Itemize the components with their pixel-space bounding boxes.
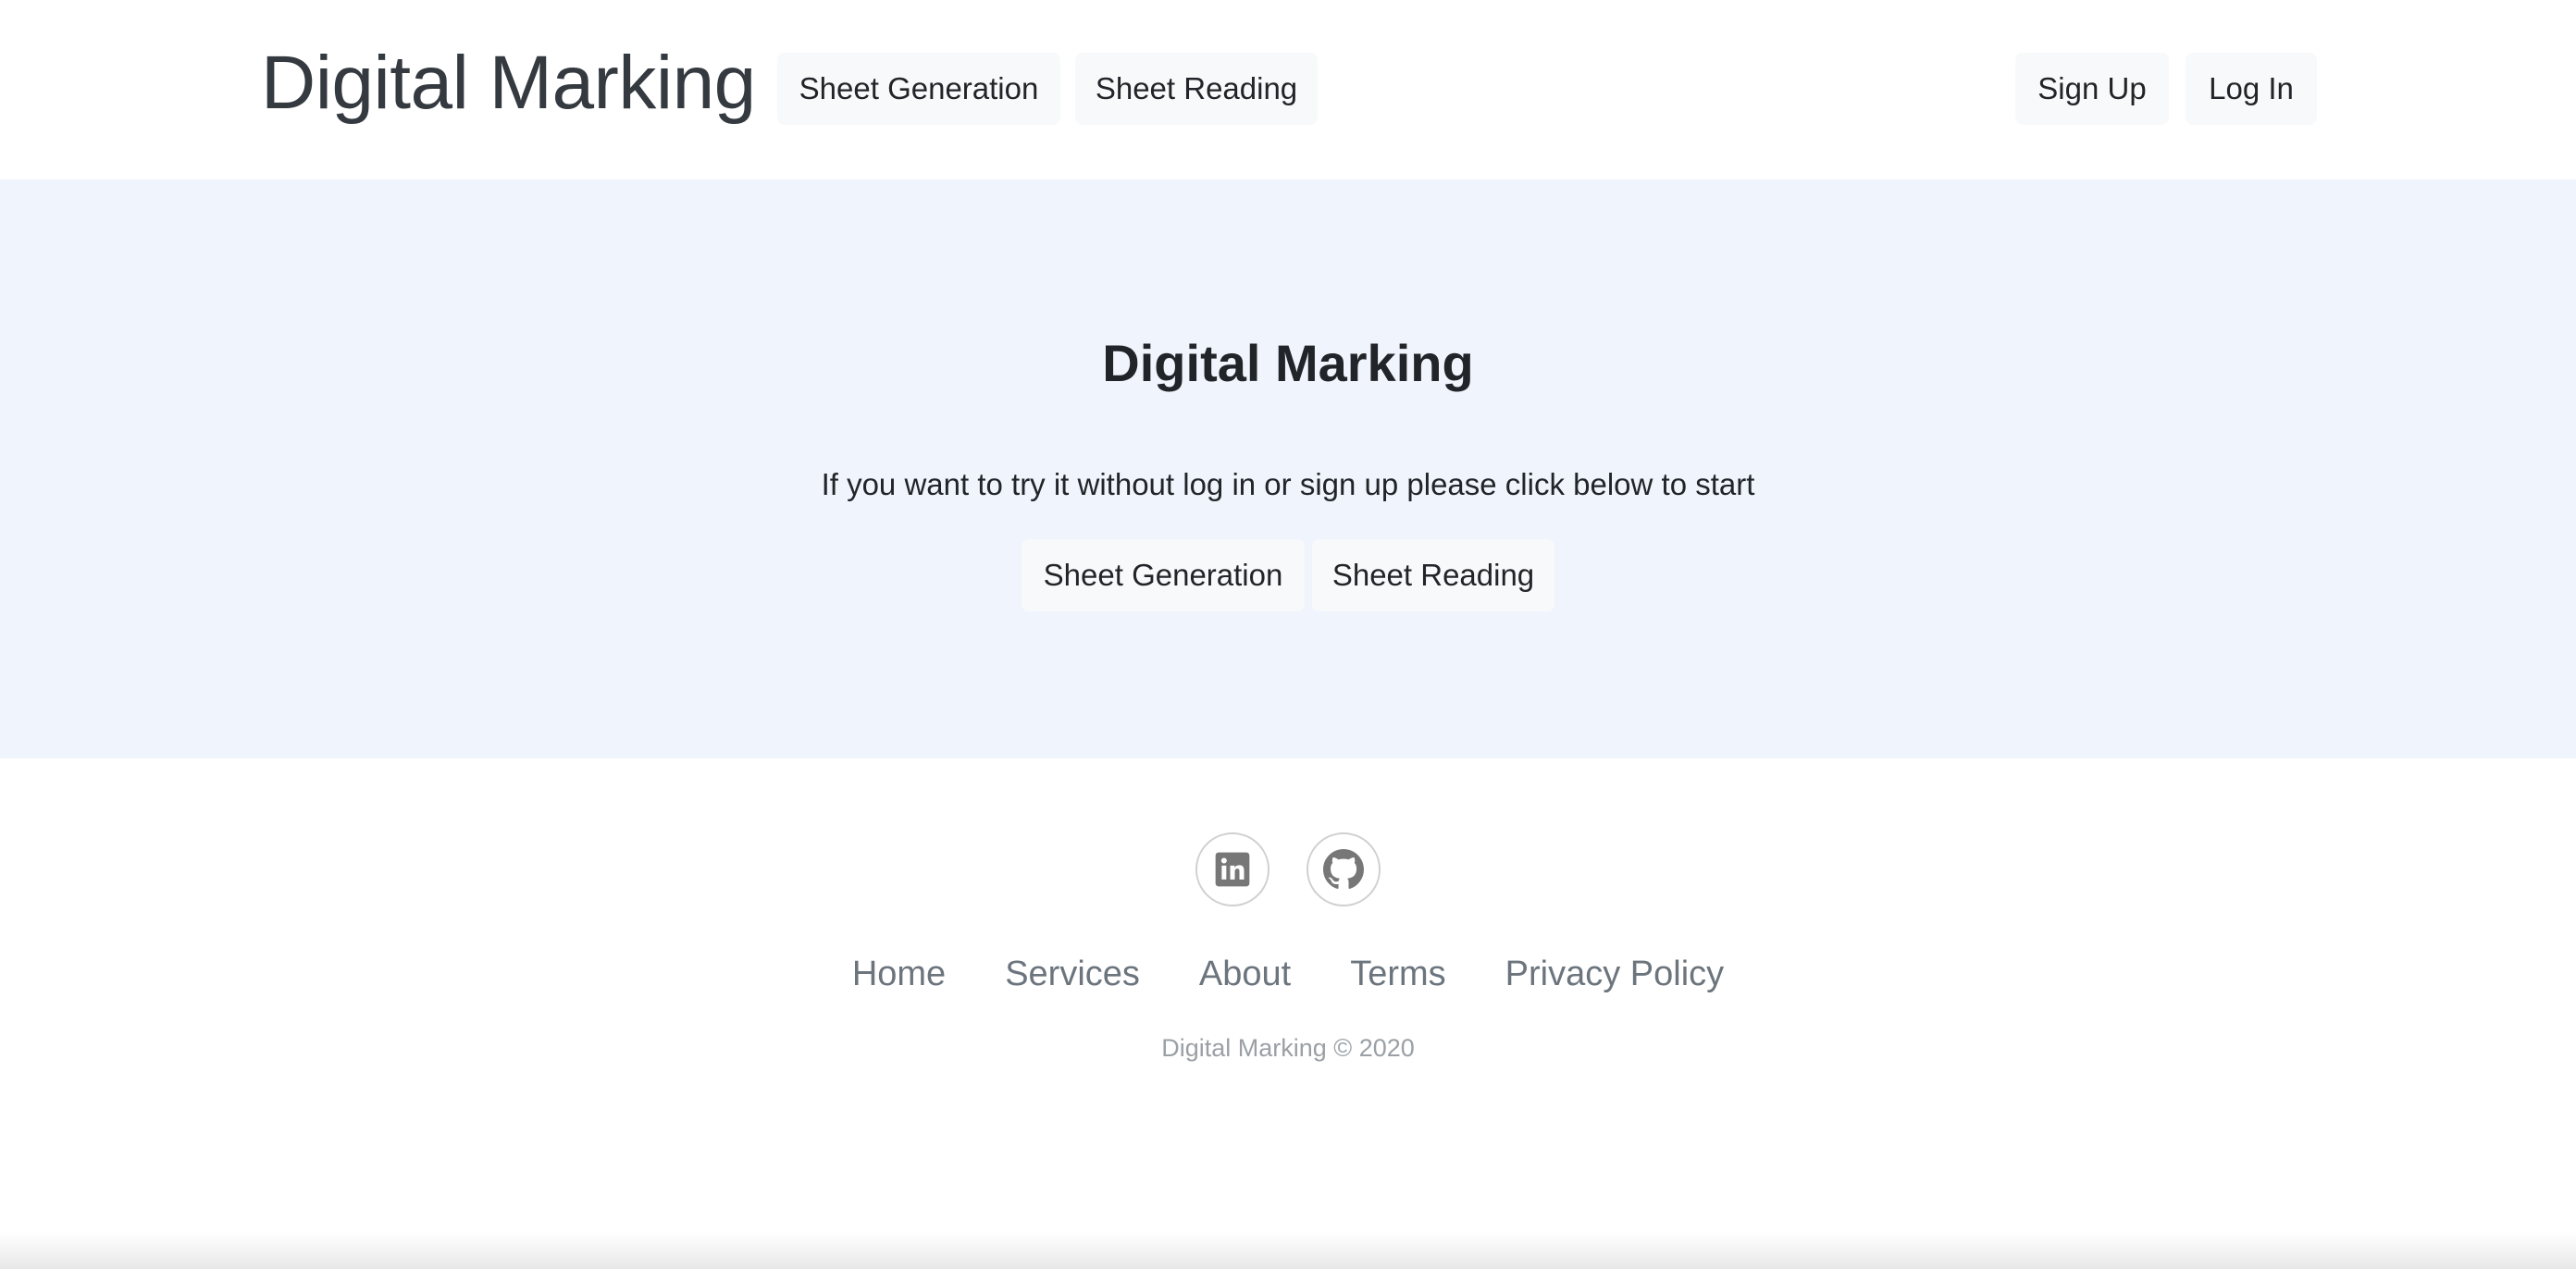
footer-link-about[interactable]: About [1170, 953, 1320, 995]
bottom-shadow-divider [0, 1232, 2576, 1269]
nav-sheet-reading-button[interactable]: Sheet Reading [1075, 53, 1318, 125]
footer-link-home[interactable]: Home [823, 953, 975, 995]
log-in-button[interactable]: Log In [2186, 53, 2317, 125]
site-footer: Home Services About Terms Privacy Policy… [0, 758, 2576, 1269]
hero-sheet-generation-button[interactable]: Sheet Generation [1022, 539, 1305, 611]
hero-section: Digital Marking If you want to try it wi… [0, 179, 2576, 758]
github-icon [1323, 849, 1364, 889]
copyright-text: Digital Marking © 2020 [1161, 1034, 1415, 1062]
footer-nav: Home Services About Terms Privacy Policy [0, 953, 2576, 995]
footer-link-privacy-policy[interactable]: Privacy Policy [1476, 953, 1754, 995]
site-header: Digital Marking Sheet Generation Sheet R… [0, 0, 2576, 179]
sign-up-button[interactable]: Sign Up [2015, 53, 2169, 125]
footer-link-services[interactable]: Services [975, 953, 1170, 995]
hero-description: If you want to try it without log in or … [821, 467, 1755, 501]
nav-sheet-generation-button[interactable]: Sheet Generation [777, 53, 1060, 125]
linkedin-link[interactable] [1195, 832, 1269, 906]
hero-title: Digital Marking [1102, 334, 1474, 392]
github-link[interactable] [1307, 832, 1381, 906]
linkedin-icon [1215, 852, 1250, 887]
hero-sheet-reading-button[interactable]: Sheet Reading [1312, 539, 1554, 611]
site-brand[interactable]: Digital Marking [261, 37, 756, 129]
footer-link-terms[interactable]: Terms [1320, 953, 1475, 995]
